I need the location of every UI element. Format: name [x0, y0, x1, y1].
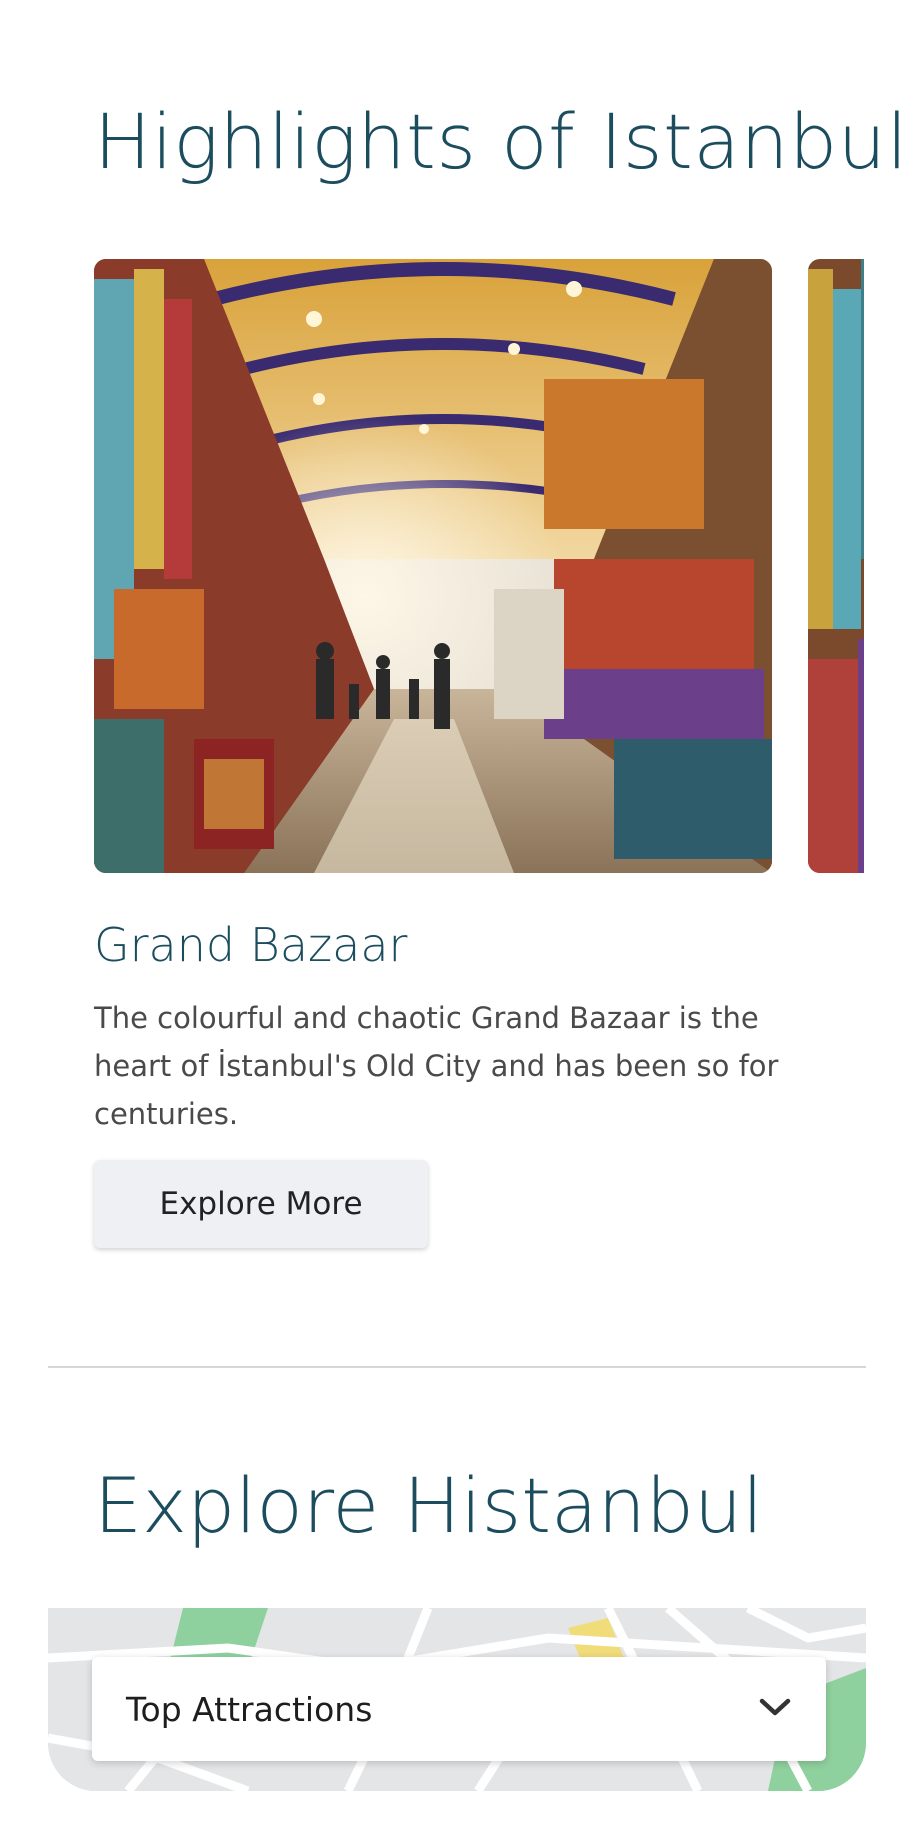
- section-divider: [48, 1366, 866, 1368]
- explore-more-button[interactable]: Explore More: [94, 1160, 428, 1248]
- attractions-dropdown[interactable]: Top Attractions: [92, 1657, 826, 1761]
- dropdown-selected-value: Top Attractions: [126, 1689, 373, 1729]
- next-card-image[interactable]: [808, 259, 864, 873]
- card-description: The colourful and chaotic Grand Bazaar i…: [94, 1001, 779, 1131]
- grand-bazaar-image[interactable]: [94, 259, 772, 873]
- next-card-photo: [808, 259, 864, 873]
- card-title: Grand Bazaar: [94, 918, 408, 972]
- page-title: Highlights of Istanbul: [94, 97, 909, 186]
- chevron-down-icon: [758, 1696, 792, 1722]
- bazaar-photo: [94, 259, 772, 873]
- explore-title: Explore Histanbul: [94, 1461, 764, 1550]
- highlights-carousel[interactable]: [94, 259, 864, 873]
